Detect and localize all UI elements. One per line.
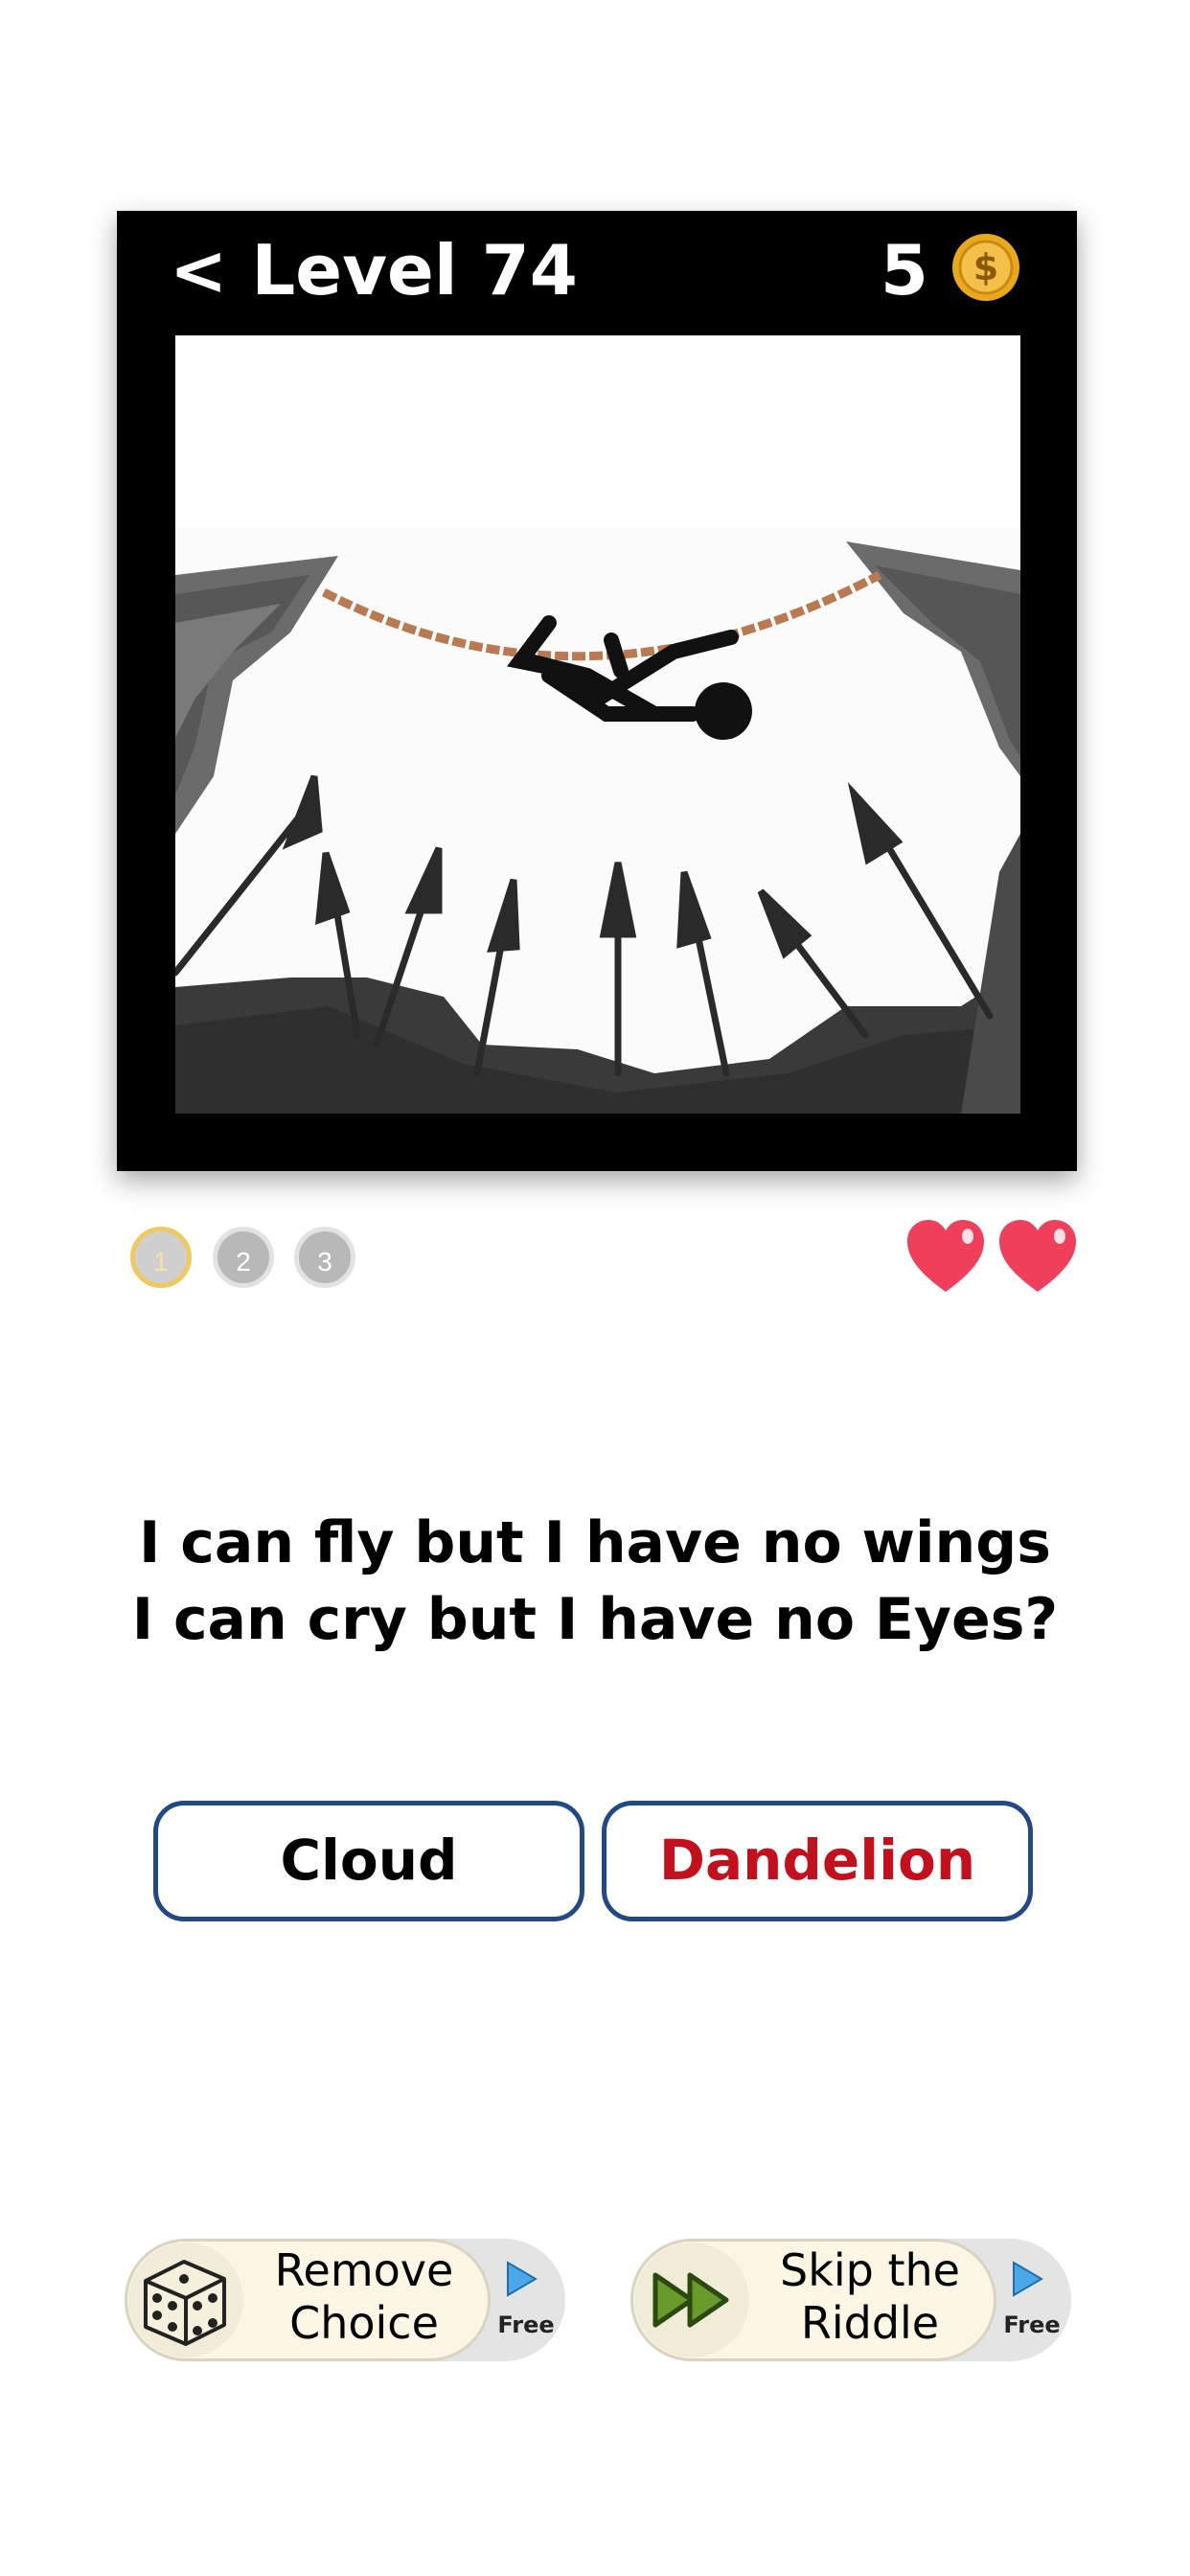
progress-step-3: 3 [294, 1227, 355, 1288]
riddle-line-1: I can fly but I have no wings [139, 1509, 1051, 1576]
riddle-line-2: I can cry but I have no Eyes? [131, 1586, 1059, 1653]
play-video-icon [1013, 2261, 1043, 2297]
heart-icon [999, 1220, 1076, 1292]
dice-icon-wrap [128, 2242, 243, 2358]
back-chevron-icon: < [170, 230, 228, 310]
helper-label-line-1: Skip the [780, 2244, 960, 2296]
dice-icon [144, 2260, 226, 2346]
coin-icon: $ [952, 234, 1019, 301]
progress-step-1: 1 [130, 1227, 192, 1288]
helper-label-line-1: Remove [274, 2244, 454, 2296]
fast-forward-icon-wrap [634, 2242, 749, 2358]
helper-label-line-2: Riddle [800, 2297, 940, 2349]
remove-choice-button[interactable]: Remove Choice Free [125, 2239, 565, 2363]
back-level-button[interactable]: < Level 74 [170, 222, 578, 318]
fast-forward-icon [652, 2272, 729, 2328]
progress-step-2: 2 [213, 1227, 274, 1288]
riddle-question: I can fly but I have no wings I can cry … [57, 1505, 1133, 1658]
level-card: < Level 74 5 $ [117, 211, 1077, 1171]
answer-choice-cloud[interactable]: Cloud [153, 1801, 584, 1921]
answer-choice-dandelion[interactable]: Dandelion [602, 1801, 1033, 1921]
heart-icon [907, 1220, 984, 1292]
level-header: < Level 74 5 $ [117, 211, 1077, 334]
coin-count: 5 [880, 230, 928, 310]
helper-label: Remove Choice [249, 2244, 479, 2356]
free-tag: Free [497, 2312, 555, 2338]
helper-label: Skip the Riddle [755, 2244, 985, 2356]
helper-label-line-2: Choice [289, 2297, 439, 2349]
play-video-icon [507, 2261, 538, 2297]
free-tag: Free [1003, 2312, 1061, 2338]
puzzle-scene[interactable] [175, 335, 1020, 1114]
level-title: Level 74 [251, 230, 578, 310]
skip-riddle-button[interactable]: Skip the Riddle Free [630, 2239, 1071, 2363]
coin-symbol: $ [973, 246, 998, 288]
